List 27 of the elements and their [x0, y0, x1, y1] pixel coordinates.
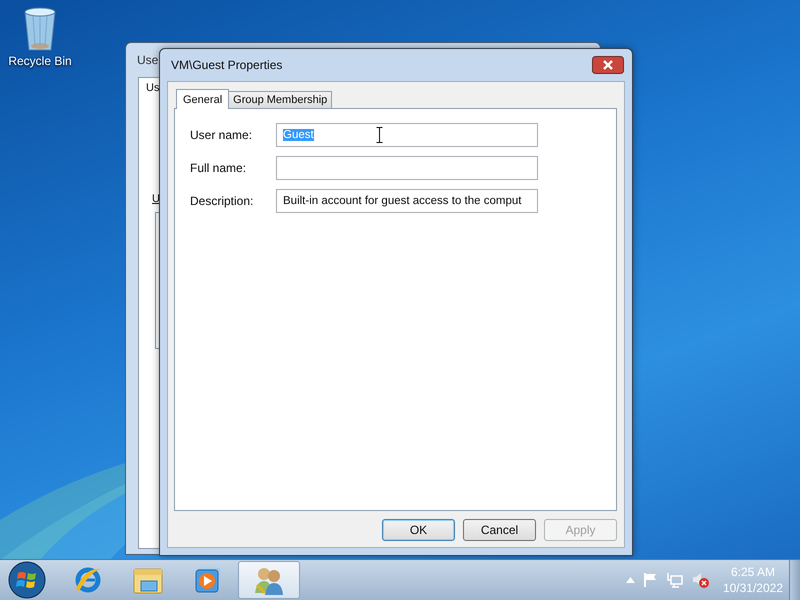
window-title: Use: [137, 53, 158, 67]
field-label: Description:: [190, 194, 254, 208]
muted-speaker-icon[interactable]: [692, 571, 710, 589]
show-hidden-icons-icon[interactable]: [626, 577, 635, 583]
field-value[interactable]: Built-in account for guest access to the comput: [283, 195, 522, 207]
field-label: User name:: [190, 128, 254, 142]
flag-icon[interactable]: [644, 572, 658, 588]
text-cursor-icon: [376, 127, 383, 143]
desktop-icon-label[interactable]: Recycle Bin: [8, 54, 72, 68]
play-icon: [193, 565, 223, 595]
close-icon[interactable]: [592, 56, 624, 74]
show-desktop-button[interactable]: [789, 560, 800, 600]
text-field[interactable]: Built-in account for guest access to the comput: [276, 189, 538, 213]
browser-icon: [73, 565, 103, 595]
field-label: U: [152, 193, 160, 205]
field-label: Full name:: [190, 161, 248, 175]
users-icon: [253, 565, 285, 595]
text-field[interactable]: [276, 156, 538, 180]
dialog-button[interactable]: OK: [382, 519, 455, 541]
network-icon[interactable]: [666, 572, 683, 588]
tab[interactable]: Group Membership: [228, 91, 332, 108]
taskbar-button[interactable]: [238, 561, 300, 599]
dialog-button[interactable]: Cancel: [463, 519, 536, 541]
tab[interactable]: General: [176, 89, 230, 109]
window-title: VM\Guest Properties: [171, 58, 284, 72]
tab[interactable]: Us: [146, 82, 160, 94]
start-button[interactable]: [8, 561, 46, 599]
